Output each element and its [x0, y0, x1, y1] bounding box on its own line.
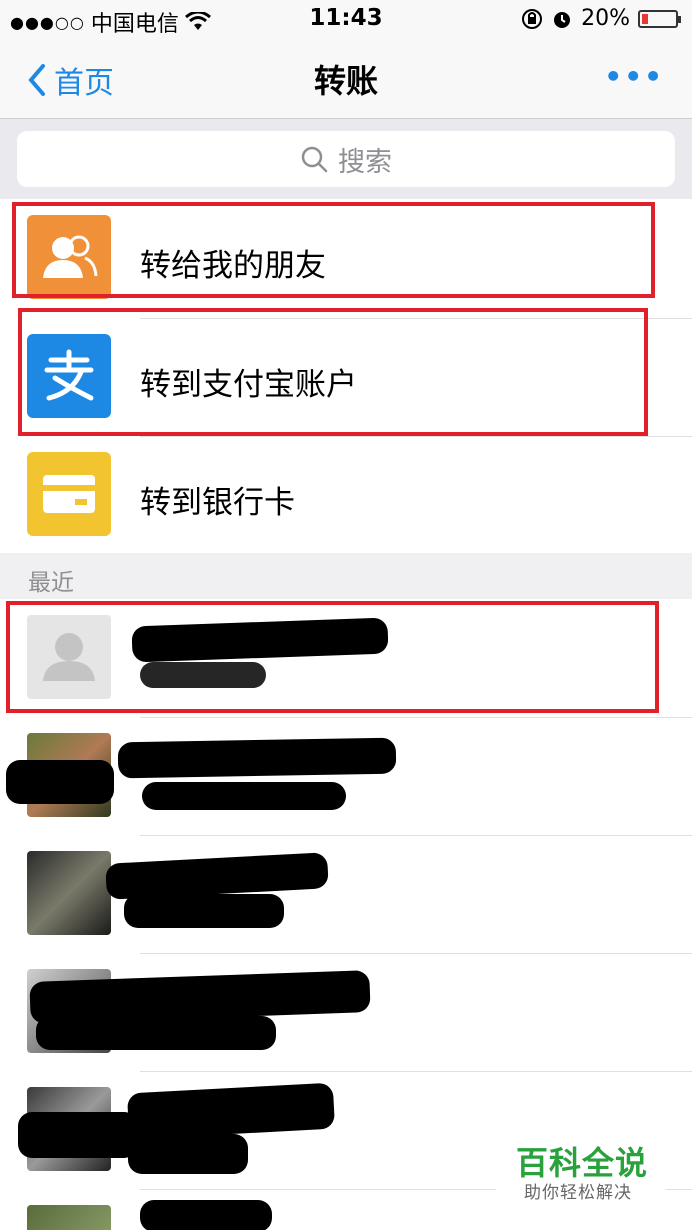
highlight-box [18, 308, 648, 436]
highlight-box [12, 202, 655, 298]
list-item[interactable] [0, 836, 692, 954]
redaction [117, 737, 397, 779]
list-item[interactable] [0, 718, 692, 836]
page-title: 转账 [313, 62, 378, 100]
status-bar: ●●●○○ 中国电信 11:43 20% [0, 0, 692, 38]
rotation-lock-icon [522, 8, 543, 29]
avatar [27, 851, 111, 935]
bank-card-icon [27, 452, 111, 536]
redaction [126, 1082, 336, 1140]
status-right: 20% [521, 6, 681, 31]
redaction [142, 782, 346, 810]
menu-item-label: 转到银行卡 [140, 485, 295, 521]
redaction [6, 760, 114, 804]
redaction [36, 1016, 276, 1050]
redaction [128, 1134, 248, 1174]
search-icon [301, 146, 328, 173]
menu-item-bank-card[interactable]: 转到银行卡 [0, 437, 692, 555]
redaction [124, 894, 284, 928]
search-placeholder: 搜索 [338, 146, 392, 178]
redaction [18, 1112, 138, 1158]
search-input[interactable]: 搜索 [17, 131, 675, 187]
watermark: 百科全说 助你轻松解决 [496, 1130, 666, 1210]
battery-level-fill [642, 13, 649, 24]
highlight-box [6, 601, 659, 713]
more-dots-icon[interactable]: ••• [604, 60, 664, 93]
alarm-icon [554, 11, 571, 28]
section-title: 最近 [28, 570, 74, 596]
redaction [105, 852, 329, 900]
battery-percent: 20% [581, 6, 630, 31]
search-bar: 搜索 [0, 119, 692, 199]
redaction [140, 1200, 272, 1230]
list-item[interactable] [0, 954, 692, 1072]
navigation-bar: 首页 转账 ••• [0, 38, 692, 119]
battery-icon [638, 9, 681, 28]
watermark-subtitle: 助你轻松解决 [524, 1183, 632, 1203]
recent-section-header: 最近 [0, 553, 692, 599]
avatar [27, 1205, 111, 1230]
